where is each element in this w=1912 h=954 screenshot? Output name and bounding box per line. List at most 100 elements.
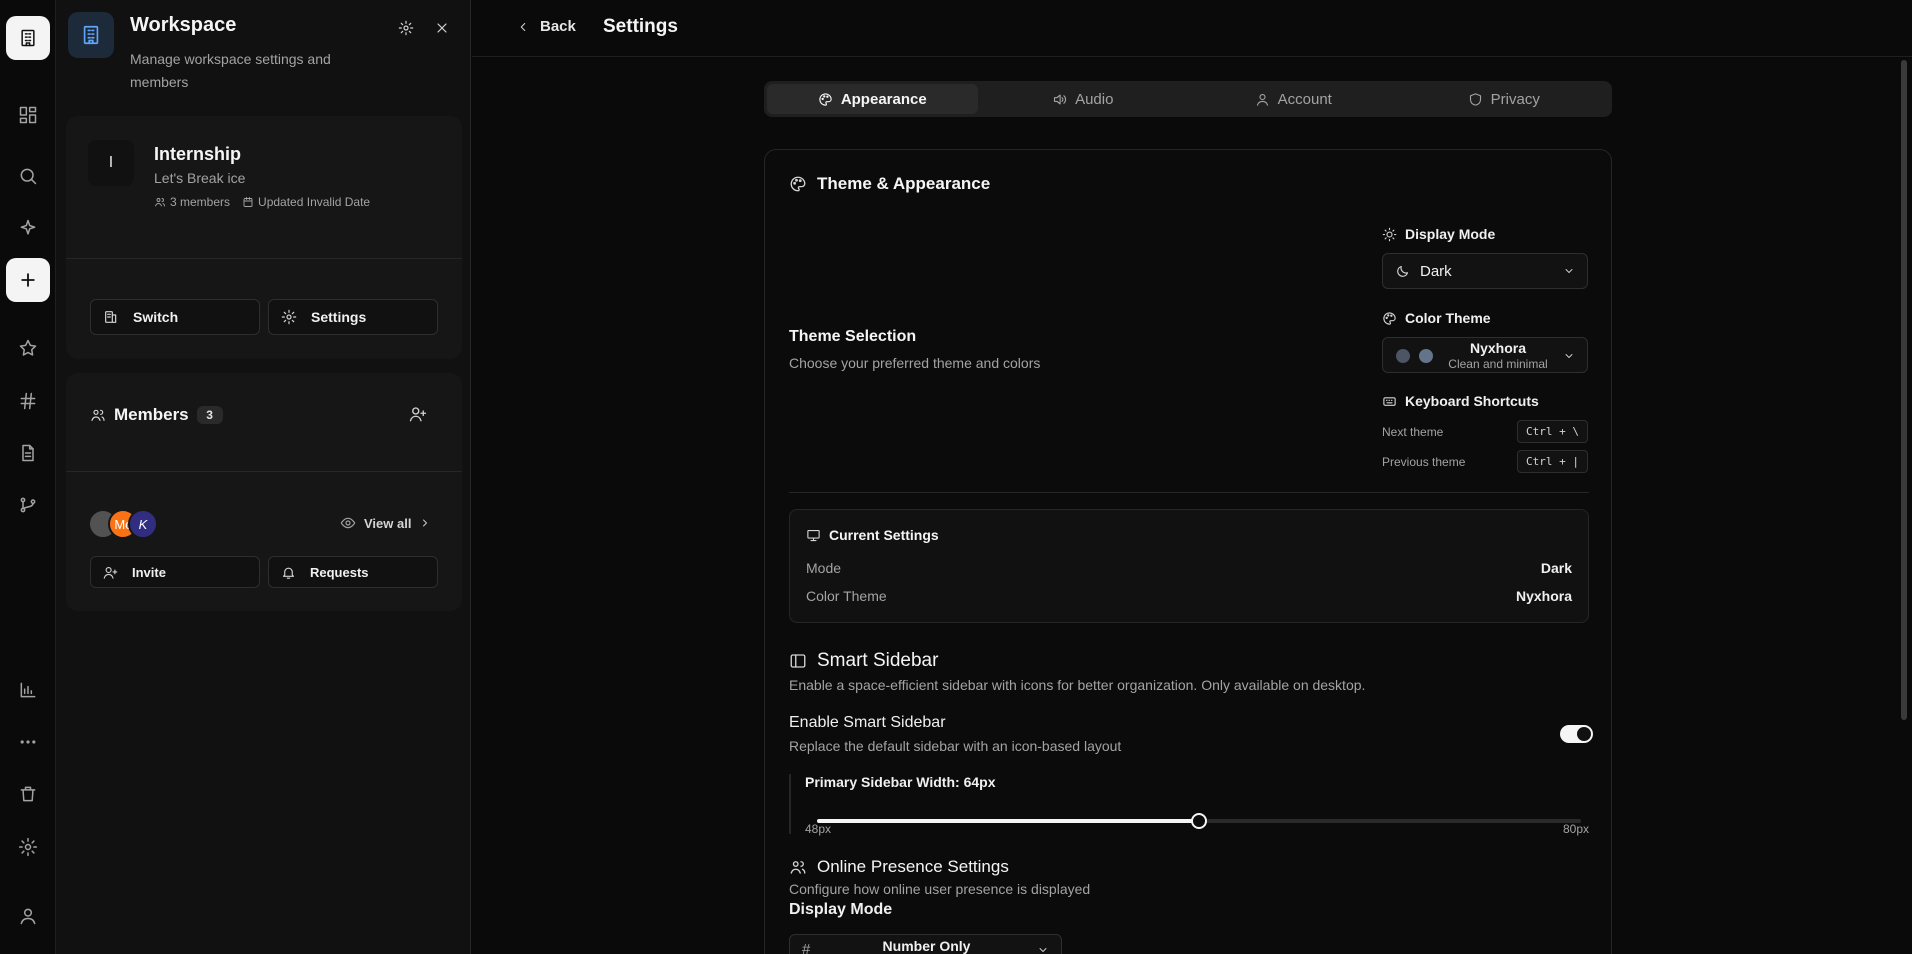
- keyboard-icon: [1383, 396, 1396, 406]
- theme-name: Nyxhora: [1469, 340, 1527, 356]
- building-icon: [83, 25, 99, 45]
- tab-label: Account: [1277, 90, 1332, 108]
- label-text: Color Theme: [1405, 310, 1491, 326]
- workspace-logo: [68, 12, 114, 58]
- chevron-right-icon: [423, 519, 428, 527]
- sparkles-icon: [20, 219, 36, 235]
- updated-date-text: Updated Invalid Date: [258, 195, 371, 209]
- chevron-left-icon: [520, 22, 526, 31]
- view-all-label: View all: [364, 515, 412, 531]
- top-bar: Back Settings: [472, 0, 1912, 57]
- gear-icon: [398, 20, 414, 36]
- avatar[interactable]: K: [128, 509, 158, 539]
- select-value: Number Only: [882, 938, 971, 954]
- close-icon: [437, 23, 447, 33]
- tab-audio[interactable]: Audio: [978, 84, 1189, 114]
- current-title: Current Settings: [829, 527, 939, 543]
- requests-button[interactable]: Requests: [268, 556, 438, 588]
- current-mode-row: Mode Dark: [806, 560, 1572, 576]
- members-header: Members 3: [90, 405, 223, 425]
- user-icon: [1256, 93, 1268, 106]
- close-panel-button[interactable]: [430, 16, 454, 40]
- shortcut-prev: Previous theme Ctrl + |: [1382, 450, 1588, 473]
- color-theme-label: Color Theme: [1382, 310, 1491, 326]
- section-title: Theme & Appearance: [817, 174, 991, 193]
- settings-rail-button[interactable]: [14, 833, 42, 861]
- chevron-down-icon: [1565, 354, 1573, 358]
- shortcut-label: Next theme: [1382, 424, 1444, 439]
- user-plus-icon: [103, 566, 118, 579]
- member-count-text: 3 members: [170, 195, 231, 209]
- tab-account[interactable]: Account: [1188, 84, 1399, 114]
- theme-selection-title: Theme Selection: [789, 328, 917, 345]
- more-button[interactable]: [14, 728, 42, 756]
- divider: [66, 471, 462, 472]
- settings-tabs: Appearance Audio Account Privacy: [764, 81, 1612, 117]
- label-text: Keyboard Shortcuts: [1405, 393, 1539, 409]
- app-root: Workspace Manage workspace settings and …: [0, 0, 1912, 954]
- search-button[interactable]: [14, 162, 42, 190]
- shortcut-next: Next theme Ctrl + \: [1382, 420, 1588, 443]
- main-scrollbar[interactable]: [1901, 60, 1907, 720]
- shield-icon: [1469, 92, 1481, 106]
- tab-appearance[interactable]: Appearance: [767, 84, 978, 114]
- back-label: Back: [540, 18, 576, 35]
- trash-button[interactable]: [14, 780, 42, 808]
- dashboard-button[interactable]: [14, 101, 42, 129]
- add-button[interactable]: [6, 258, 50, 302]
- dashboard-icon: [19, 106, 37, 124]
- color-theme-select[interactable]: Nyxhora Clean and minimal: [1382, 337, 1588, 373]
- view-all-button[interactable]: View all: [340, 515, 431, 531]
- current-settings-header: Current Settings: [806, 527, 939, 543]
- section-title: Online Presence Settings: [817, 857, 1009, 876]
- building-icon: [21, 29, 35, 47]
- tab-label: Privacy: [1490, 90, 1540, 108]
- sidebar-icon: [790, 654, 806, 668]
- members-card: Members 3 Mc K View all Invite Requests: [66, 373, 462, 611]
- org-settings-button[interactable]: Settings: [268, 299, 438, 335]
- display-mode-select[interactable]: Dark: [1382, 253, 1588, 289]
- trash-icon: [20, 786, 36, 802]
- slider-label: Primary Sidebar Width: 64px: [805, 774, 996, 790]
- analytics-button[interactable]: [14, 676, 42, 704]
- workspace-switcher-button[interactable]: [6, 16, 50, 60]
- color-swatch: [1396, 349, 1410, 363]
- smart-sidebar-header: Smart Sidebar: [789, 650, 938, 672]
- slider-track[interactable]: [817, 813, 1581, 829]
- settings-main: Back Settings Appearance Audio Account P…: [472, 0, 1912, 954]
- back-button[interactable]: Back: [516, 18, 576, 35]
- workspace-settings-button[interactable]: [394, 16, 418, 40]
- profile-button[interactable]: [14, 902, 42, 930]
- favorites-button[interactable]: [14, 334, 42, 362]
- row-value: Dark: [1540, 560, 1572, 576]
- smart-sidebar-desc: Enable a space-efficient sidebar with ic…: [789, 677, 1366, 693]
- channels-button[interactable]: [14, 387, 42, 415]
- gear-icon: [281, 309, 297, 325]
- slider-max-label: 80px: [1562, 822, 1589, 836]
- shortcut-label: Previous theme: [1382, 454, 1466, 469]
- search-icon: [20, 168, 37, 185]
- tab-privacy[interactable]: Privacy: [1399, 84, 1610, 114]
- theme-section-header: Theme & Appearance: [789, 174, 990, 194]
- page-title: Settings: [603, 16, 678, 37]
- branches-button[interactable]: [14, 491, 42, 519]
- documents-button[interactable]: [14, 439, 42, 467]
- calendar-icon: [243, 197, 253, 207]
- invite-button[interactable]: Invite: [90, 556, 260, 588]
- presence-display-mode-title: Display Mode: [789, 901, 893, 918]
- section-title: Smart Sidebar: [817, 650, 939, 671]
- presence-display-mode-select[interactable]: # Number Only: [789, 934, 1062, 954]
- switch-button[interactable]: Switch: [90, 299, 260, 335]
- palette-icon: [1383, 311, 1396, 325]
- slider-fill: [817, 819, 1199, 823]
- ai-button[interactable]: [14, 214, 42, 242]
- tab-label: Audio: [1075, 90, 1114, 108]
- members-title: Members: [114, 405, 189, 424]
- smart-sidebar-toggle[interactable]: [1560, 725, 1593, 743]
- org-tagline: Let's Break ice: [154, 170, 246, 186]
- theme-desc: Clean and minimal: [1448, 357, 1548, 371]
- users-icon: [790, 861, 806, 874]
- org-name: Internship: [154, 144, 242, 164]
- slider-thumb[interactable]: [1191, 813, 1207, 829]
- add-member-button[interactable]: [409, 405, 427, 428]
